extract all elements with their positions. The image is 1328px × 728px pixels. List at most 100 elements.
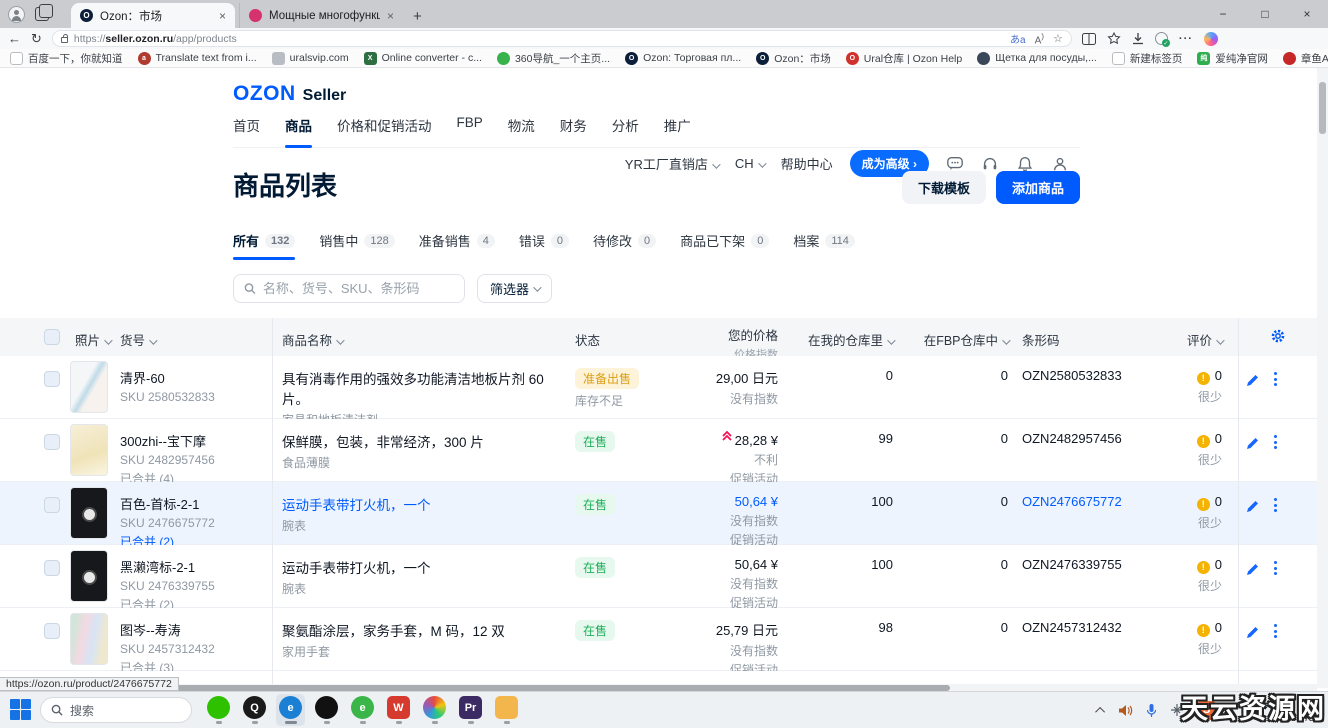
start-button[interactable] (10, 699, 32, 721)
account-icon[interactable] (1051, 155, 1069, 173)
horizontal-scrollbar[interactable] (0, 684, 1317, 691)
taskbar-app[interactable] (492, 694, 521, 726)
taskbar-app[interactable]: Pr (456, 694, 485, 726)
edit-pencil-button[interactable] (1245, 562, 1260, 577)
nav-item[interactable]: 推广 (664, 115, 691, 135)
address-bar[interactable]: https://seller.ozon.ru/app/products あa A… (52, 30, 1072, 47)
table-row[interactable]: 300zhi--宝下摩 SKU 2482957456 已合并 (4) 保鲜膜，包… (0, 419, 1317, 482)
nav-item[interactable]: 分析 (612, 115, 639, 135)
downloads-icon[interactable] (1132, 32, 1144, 45)
wechat-icon[interactable] (207, 696, 230, 719)
table-row[interactable]: 清界-60 SKU 2580532833 具有消毒作用的强效多功能清洁地板片剂 … (0, 356, 1317, 419)
edit-pencil-button[interactable] (1245, 436, 1260, 451)
bookmark-item[interactable]: X Online converter - c... (364, 52, 482, 65)
music-icon[interactable] (315, 696, 338, 719)
product-name[interactable]: 运动手表带打火机，一个 (282, 557, 567, 577)
window-maximize-button[interactable]: □ (1244, 0, 1286, 28)
filter-tab[interactable]: 待修改 0 (593, 231, 656, 260)
back-icon[interactable]: ← (8, 31, 21, 46)
product-image[interactable] (70, 487, 108, 539)
column-rating[interactable]: 评价 (1150, 330, 1222, 349)
bookmark-item[interactable]: a Translate text from i... (138, 52, 257, 65)
tray-expand-icon[interactable] (1095, 706, 1105, 716)
browser360-icon[interactable] (423, 696, 446, 719)
nav-item[interactable]: FBP (457, 115, 483, 135)
table-row[interactable]: 图岑--寿涛 SKU 2457312432 已合并 (3) 聚氨酯涂层，家务手套… (0, 608, 1317, 671)
more-actions-button[interactable] (1274, 372, 1277, 386)
nav-item[interactable]: 价格和促销活动 (337, 115, 432, 135)
download-template-button[interactable]: 下载模板 (902, 171, 986, 204)
taskbar-app[interactable]: Q (240, 694, 269, 726)
volume-icon[interactable] (1118, 704, 1133, 717)
wps-icon[interactable]: W (387, 696, 410, 719)
adblock-extension-icon[interactable] (1155, 32, 1168, 45)
explorer-icon[interactable] (495, 696, 518, 719)
lock-icon[interactable] (61, 37, 68, 43)
support-headset-icon[interactable] (981, 155, 999, 173)
taskbar-app[interactable] (312, 694, 341, 726)
browser-menu-icon[interactable]: ··· (1179, 33, 1193, 45)
ie-icon[interactable]: e (351, 696, 374, 719)
bookmark-item[interactable]: Щетка для посуды,... (977, 52, 1097, 65)
column-photo[interactable]: 照片 (75, 330, 110, 349)
bookmark-item[interactable]: 360导航_一个主页... (497, 51, 610, 66)
product-search[interactable] (233, 274, 465, 303)
browser-tab-inactive[interactable]: Мощные многофункциональн... × (239, 3, 403, 28)
bookmark-item[interactable]: 百度一下，你就知道 (10, 51, 123, 66)
product-name[interactable]: 运动手表带打火机，一个 (282, 494, 567, 514)
table-row[interactable]: ! (0, 671, 1317, 684)
taskbar-app[interactable]: e (348, 694, 377, 726)
collections-favorites-icon[interactable] (1107, 32, 1121, 45)
bookmark-item[interactable]: 章鱼AI (1283, 51, 1328, 66)
search-input[interactable] (263, 281, 454, 296)
product-image[interactable] (70, 424, 108, 476)
column-my-warehouse[interactable]: 在我的仓库里 (770, 330, 893, 349)
translate-icon[interactable]: あa (1010, 31, 1026, 46)
add-product-button[interactable]: 添加商品 (996, 171, 1080, 204)
filter-tab[interactable]: 档案 114 (793, 231, 855, 260)
vertical-scrollbar[interactable] (1317, 68, 1328, 688)
select-all-checkbox[interactable] (44, 329, 60, 345)
taskbar-app[interactable] (420, 694, 449, 726)
column-name[interactable]: 商品名称 (282, 330, 342, 349)
product-image[interactable] (70, 550, 108, 602)
favorite-star-icon[interactable]: ☆ (1053, 32, 1063, 45)
row-checkbox[interactable] (44, 371, 60, 387)
bookmark-item[interactable]: 纯 爱纯净官网 (1197, 51, 1268, 66)
row-checkbox[interactable] (44, 434, 60, 450)
more-actions-button[interactable] (1274, 624, 1277, 638)
filters-button[interactable]: 筛选器 (477, 274, 552, 303)
product-name[interactable]: 聚氨酯涂层，家务手套，M 码，12 双 (282, 620, 567, 640)
language-selector[interactable]: CH (735, 156, 764, 171)
filter-tab[interactable]: 所有 132 (233, 231, 295, 260)
column-fbp-warehouse[interactable]: 在FBP仓库中 (895, 330, 1008, 349)
row-checkbox[interactable] (44, 623, 60, 639)
edge-icon[interactable]: e (279, 696, 302, 719)
refresh-icon[interactable]: ↻ (31, 31, 42, 47)
premiere-icon[interactable]: Pr (459, 696, 482, 719)
edit-pencil-button[interactable] (1245, 499, 1260, 514)
product-name[interactable]: 具有消毒作用的强效多功能清洁地板片剂 60 片。 (282, 368, 567, 408)
product-image[interactable] (70, 361, 108, 413)
filter-tab[interactable]: 准备销售 4 (419, 231, 495, 260)
filter-tab[interactable]: 错误 0 (519, 231, 569, 260)
table-row[interactable]: 百色-首标-2-1 SKU 2476675772 已合并 (2) 运动手表带打火… (0, 482, 1317, 545)
more-actions-button[interactable] (1274, 435, 1277, 449)
split-screen-icon[interactable] (1082, 33, 1096, 45)
window-minimize-button[interactable]: − (1202, 0, 1244, 28)
product-name[interactable]: 保鲜膜，包装，非常经济，300 片 (282, 431, 567, 451)
ozon-logo[interactable]: OZON (233, 82, 296, 105)
column-article[interactable]: 货号 (120, 330, 155, 349)
row-checkbox[interactable] (44, 560, 60, 576)
notifications-bell-icon[interactable] (1016, 155, 1034, 173)
bookmark-item[interactable]: 新建标签页 (1112, 51, 1183, 66)
copilot-icon[interactable] (1204, 32, 1218, 46)
chat-icon[interactable] (946, 155, 964, 173)
bookmark-item[interactable]: O Ozon: Торговая пл... (625, 52, 741, 65)
taskbar-app[interactable] (204, 694, 233, 726)
taskbar-search[interactable]: 搜索 (40, 697, 192, 723)
taskbar-app[interactable]: e (276, 694, 305, 726)
nav-item[interactable]: 财务 (560, 115, 587, 135)
browser-tab-active[interactable]: O Ozon：市场 × (71, 3, 235, 28)
tab-close-icon[interactable]: × (219, 9, 226, 23)
